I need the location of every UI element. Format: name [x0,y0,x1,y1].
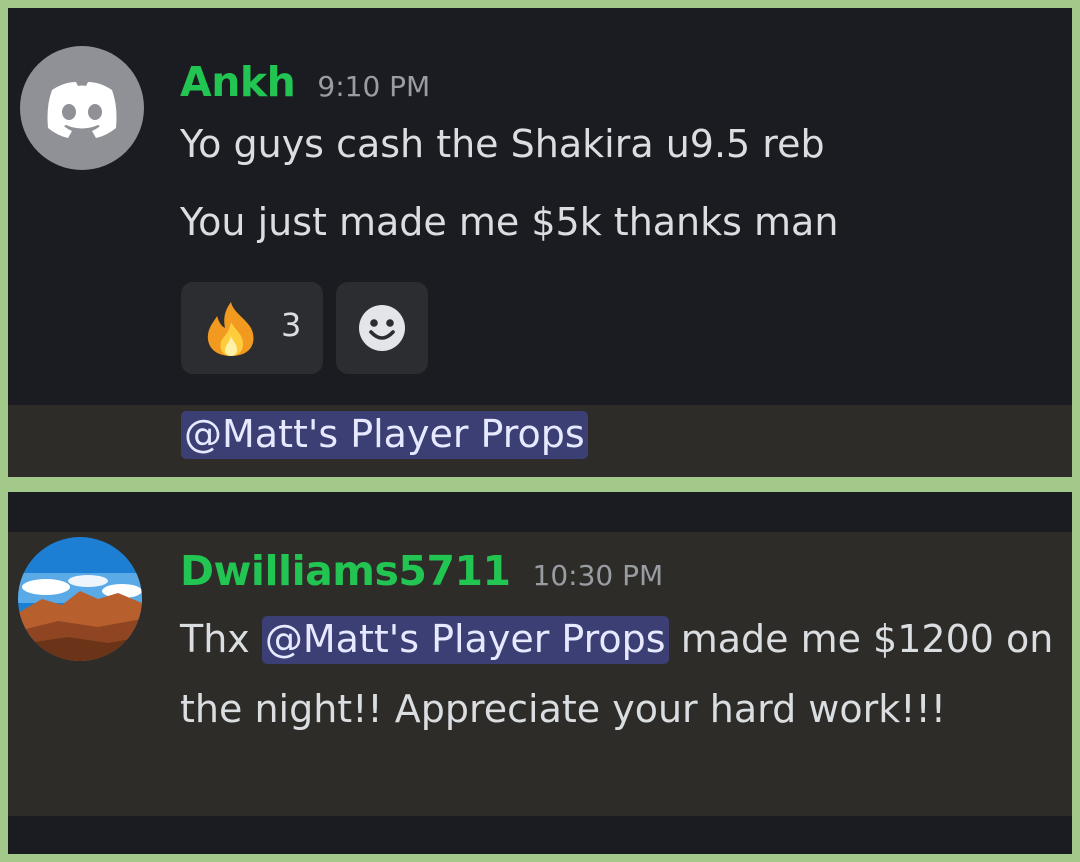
add-reaction-icon [359,305,405,351]
add-reaction-button[interactable] [336,282,428,374]
discord-logo-icon [47,82,117,138]
username[interactable]: Ankh [180,58,296,106]
message-text: Thx [180,617,262,661]
reaction-count: 3 [281,306,302,344]
timestamp: 10:30 PM [532,559,664,592]
mention[interactable]: @Matt's Player Props [261,616,669,664]
username[interactable]: Dwilliams5711 [180,547,511,595]
avatar[interactable] [20,46,144,170]
reaction-fire[interactable]: 3 [181,282,323,374]
timestamp: 9:10 PM [317,70,431,103]
reply-preview: @Matt's Player Props [8,405,1072,477]
message-ankh: Ankh 9:10 PM Yo guys cash the Shakira u9… [8,8,1072,477]
message-line: You just made me $5k thanks man [180,200,839,244]
mention[interactable]: @Matt's Player Props [181,411,588,459]
avatar[interactable] [18,537,142,661]
message-line: Yo guys cash the Shakira u9.5 reb [180,122,825,166]
message-header: Dwilliams5711 10:30 PM [180,547,663,595]
message-body: Thx @Matt's Player Props made me $1200 o… [180,604,1060,744]
fire-icon [207,302,254,356]
message-header: Ankh 9:10 PM [180,58,430,106]
message-dwilliams: Dwilliams5711 10:30 PM Thx @Matt's Playe… [8,492,1072,854]
desert-mountain-avatar [18,537,142,661]
